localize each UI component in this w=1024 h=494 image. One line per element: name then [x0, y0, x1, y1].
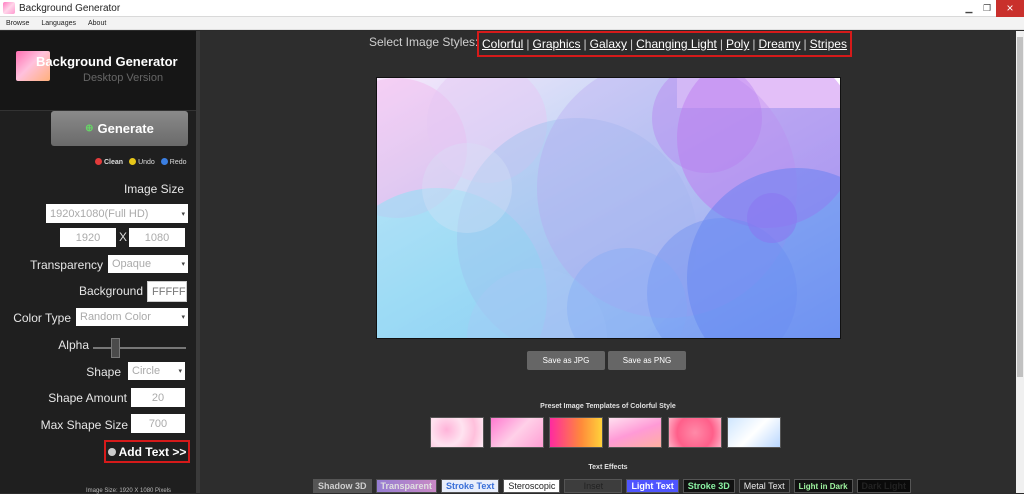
clean-button[interactable]: Clean: [95, 158, 123, 166]
sidebar-panel: Background Generator Desktop Version ⊕ G…: [0, 31, 196, 494]
divider: |: [583, 37, 587, 51]
add-text-label: Add Text >>: [118, 444, 187, 459]
x-separator: X: [119, 230, 128, 244]
save-png-button[interactable]: Save as PNG: [608, 351, 686, 370]
divider: |: [719, 37, 723, 51]
shape-amount-label: Shape Amount: [48, 391, 127, 405]
height-input[interactable]: 1080: [129, 228, 185, 247]
brand-subtitle: Desktop Version: [83, 72, 164, 84]
main-scrollbar[interactable]: [1016, 31, 1024, 493]
color-type-select[interactable]: Random Color: [76, 308, 188, 326]
template-thumbnail-5[interactable]: [668, 417, 722, 448]
window-title: Background Generator: [19, 2, 121, 14]
plus-icon: ⊕: [85, 123, 94, 134]
alpha-slider-thumb[interactable]: [111, 338, 120, 358]
background-color-input[interactable]: FFFFF: [147, 281, 187, 302]
effect-shadow-3d[interactable]: Shadow 3D: [313, 479, 372, 493]
menu-about[interactable]: About: [88, 20, 106, 27]
add-text-button[interactable]: Add Text >>: [104, 440, 190, 463]
brand-title: Background Generator: [36, 54, 178, 69]
style-changing-light[interactable]: Changing Light: [636, 37, 717, 51]
generate-button[interactable]: ⊕ Generate: [51, 111, 188, 146]
effect-transparent[interactable]: Transparent: [375, 479, 438, 493]
scrollbar-thumb[interactable]: [1017, 37, 1023, 377]
image-styles-nav: Colorful | Graphics | Galaxy | Changing Lig…: [477, 31, 852, 57]
max-shape-size-label: Max Shape Size: [40, 418, 128, 432]
undo-button[interactable]: Undo: [129, 158, 155, 166]
color-type-label: Color Type: [13, 311, 71, 325]
generated-image: [377, 78, 840, 338]
shape-amount-input[interactable]: 20: [131, 388, 185, 407]
template-thumbnail-1[interactable]: [430, 417, 484, 448]
main-panel: Select Image Styles: Colorful | Graphics |…: [200, 31, 1016, 493]
effect-metal-text[interactable]: Metal Text: [738, 479, 790, 493]
divider: |: [526, 37, 530, 51]
alpha-label: Alpha: [58, 338, 89, 352]
templates-title: Preset Image Templates of Colorful Style: [540, 403, 676, 410]
menu-languages[interactable]: Languages: [41, 20, 76, 27]
save-jpg-button[interactable]: Save as JPG: [527, 351, 605, 370]
width-input[interactable]: 1920: [60, 228, 116, 247]
window-controls: ▁ ❐ ×: [960, 0, 1024, 17]
template-thumbnail-2[interactable]: [490, 417, 544, 448]
style-dreamy[interactable]: Dreamy: [758, 37, 800, 51]
effect-inset[interactable]: Inset: [564, 479, 623, 493]
divider: |: [752, 37, 756, 51]
style-graphics[interactable]: Graphics: [532, 37, 580, 51]
effect-light-in-dark[interactable]: Light in Dark: [793, 479, 853, 493]
text-effects-title: Text Effects: [588, 464, 628, 471]
shape-label: Shape: [86, 365, 121, 379]
effect-stroke-3d[interactable]: Stroke 3D: [682, 479, 735, 493]
brand-header: Background Generator Desktop Version: [0, 31, 196, 111]
alpha-slider-track[interactable]: [93, 347, 186, 349]
generated-image-preview: [376, 77, 841, 339]
restore-icon[interactable]: ❐: [978, 0, 996, 17]
redo-label: Redo: [169, 159, 187, 166]
menu-bar: Browse Languages About: [0, 17, 1024, 30]
sidebar: Background Generator Desktop Version ⊕ G…: [0, 31, 200, 494]
gear-icon: [107, 447, 116, 456]
clean-label: Clean: [104, 159, 124, 166]
generate-label: Generate: [97, 121, 154, 136]
template-thumbnail-3[interactable]: [549, 417, 603, 448]
minimize-icon[interactable]: ▁: [960, 0, 978, 17]
max-shape-size-input[interactable]: 700: [131, 414, 185, 433]
text-effects-row: Shadow 3D Transparent Stroke Text Steros…: [313, 479, 912, 493]
divider: |: [803, 37, 807, 51]
close-icon[interactable]: ×: [996, 0, 1024, 17]
style-stripes[interactable]: Stripes: [810, 37, 847, 51]
shape-select[interactable]: Circle: [128, 362, 185, 380]
style-galaxy[interactable]: Galaxy: [590, 37, 627, 51]
effect-dark-light[interactable]: Dark Light: [856, 479, 912, 493]
effect-stroke-text[interactable]: Stroke Text: [441, 479, 500, 493]
style-poly[interactable]: Poly: [726, 37, 749, 51]
effect-light-text[interactable]: Light Text: [626, 479, 679, 493]
effect-steroscopic[interactable]: Steroscopic: [503, 479, 561, 493]
transparency-select[interactable]: Opaque: [108, 255, 188, 273]
app-icon: [3, 2, 15, 14]
redo-icon: [160, 158, 168, 165]
redo-button[interactable]: Redo: [160, 158, 187, 166]
title-bar: Background Generator ▁ ❐ ×: [0, 0, 1024, 17]
transparency-label: Transparency: [30, 258, 103, 272]
image-size-select[interactable]: 1920x1080(Full HD): [46, 204, 188, 223]
history-controls: Clean Undo Redo: [95, 158, 187, 166]
style-colorful[interactable]: Colorful: [482, 37, 523, 51]
image-size-label: Image Size: [123, 182, 184, 196]
template-thumbnail-4[interactable]: [608, 417, 662, 448]
divider: |: [630, 37, 634, 51]
clean-icon: [95, 158, 102, 165]
image-size-info: Image Size: 1920 X 1080 Pixels: [86, 488, 172, 494]
template-thumbnail-6[interactable]: [727, 417, 781, 448]
menu-browse[interactable]: Browse: [6, 20, 29, 27]
background-label: Background: [78, 284, 143, 298]
undo-label: Undo: [138, 159, 155, 166]
styles-label: Select Image Styles:: [369, 35, 479, 49]
undo-icon: [129, 158, 137, 165]
